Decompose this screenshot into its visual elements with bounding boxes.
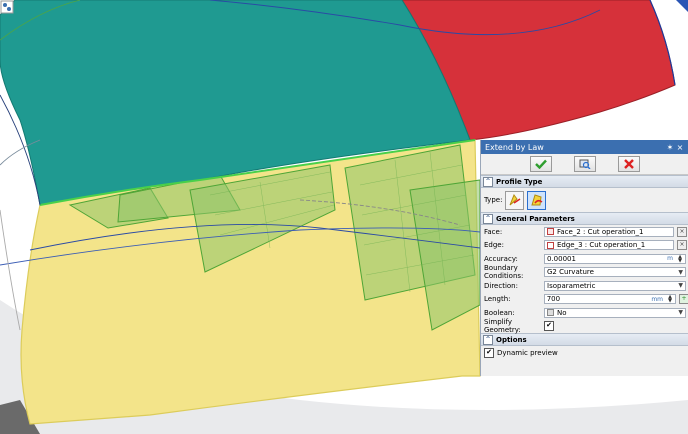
clear-edge-icon[interactable]: × <box>677 240 687 251</box>
profile-type-linear-button[interactable] <box>505 190 525 210</box>
preview-icon <box>579 159 591 169</box>
dynamic-preview-checkbox[interactable]: ✔ <box>484 347 494 358</box>
length-input[interactable]: 700 mm ▲ ▼ <box>543 294 677 305</box>
boundary-row: Boundary Conditions: G2 Curvature ▼ <box>481 264 688 281</box>
chevron-down-icon: ▼ <box>678 309 683 317</box>
collapse-icon[interactable]: ^ <box>483 334 493 345</box>
check-icon <box>535 159 547 169</box>
snap-icon[interactable] <box>0 0 14 14</box>
length-row: Length: 700 mm ▲ ▼ + <box>481 293 688 307</box>
direction-label: Direction: <box>484 281 518 290</box>
accuracy-value: 0.00001 <box>547 254 576 263</box>
length-law-icon[interactable]: + <box>679 294 688 305</box>
length-value: 700 <box>546 295 561 304</box>
direction-select[interactable]: Isoparametric ▼ <box>544 280 686 291</box>
face-row: Face: Face_2 : Cut operation_1 × <box>481 225 688 239</box>
dynamic-preview-label: Dynamic preview <box>497 348 558 357</box>
preview-button[interactable] <box>574 156 596 172</box>
section-options[interactable]: ^ Options <box>481 333 688 346</box>
face-value: Face_2 : Cut operation_1 <box>557 227 644 236</box>
profile-type-curved-button[interactable] <box>527 190 547 210</box>
boolean-label: Boolean: <box>484 308 515 317</box>
panel-titlebar: Extend by Law ✶ × <box>481 140 688 154</box>
linear-law-icon <box>509 193 521 206</box>
accuracy-spinner-icon[interactable]: ▲ ▼ <box>676 254 684 263</box>
panel-close-icon[interactable]: × <box>675 143 685 152</box>
face-field[interactable]: Face_2 : Cut operation_1 <box>544 226 674 237</box>
section-title: General Parameters <box>496 214 575 223</box>
pin-icon[interactable]: ✶ <box>665 143 675 152</box>
dynamic-preview-row: ✔ Dynamic preview <box>481 346 688 360</box>
section-title: Options <box>496 335 527 344</box>
clear-face-icon[interactable]: × <box>677 226 687 237</box>
length-unit: mm <box>651 295 664 303</box>
boundary-value: G2 Curvature <box>547 268 594 277</box>
length-spinner-icon[interactable]: ▲ ▼ <box>666 295 674 304</box>
x-icon <box>624 159 634 169</box>
chevron-down-icon: ▼ <box>678 268 683 276</box>
length-label: Length: <box>484 295 511 304</box>
action-bar <box>481 154 688 175</box>
type-row: Type: <box>481 188 688 212</box>
simplify-label: Simplify Geometry: <box>484 318 521 335</box>
edge-icon <box>547 241 554 249</box>
curve-law-icon <box>531 194 543 206</box>
edge-label: Edge: <box>484 241 504 250</box>
boolean-icon <box>547 309 554 317</box>
boolean-value: No <box>557 308 567 317</box>
extend-by-law-panel: Extend by Law ✶ × ^ Profile Type Type: ^… <box>480 140 688 376</box>
edge-field[interactable]: Edge_3 : Cut operation_1 <box>544 240 674 251</box>
direction-row: Direction: Isoparametric ▼ <box>481 279 688 293</box>
accuracy-label: Accuracy: <box>484 254 518 263</box>
simplify-checkbox[interactable]: ✔ <box>544 321 554 332</box>
panel-title: Extend by Law <box>485 142 544 152</box>
cancel-button[interactable] <box>618 156 640 172</box>
collapse-icon[interactable]: ^ <box>483 176 493 187</box>
section-profile-type[interactable]: ^ Profile Type <box>481 175 688 188</box>
type-label: Type: <box>484 196 503 204</box>
face-icon <box>547 228 554 236</box>
edge-row: Edge: Edge_3 : Cut operation_1 × <box>481 239 688 253</box>
section-title: Profile Type <box>496 177 543 186</box>
ok-button[interactable] <box>530 156 552 172</box>
face-label: Face: <box>484 227 503 236</box>
accuracy-input[interactable]: 0.00001 m ▲ ▼ <box>544 253 686 264</box>
simplify-row: Simplify Geometry: ✔ <box>481 318 688 335</box>
boolean-select[interactable]: No ▼ <box>544 307 686 318</box>
edge-value: Edge_3 : Cut operation_1 <box>557 241 646 250</box>
chevron-down-icon: ▼ <box>678 282 683 290</box>
section-general-parameters[interactable]: ^ General Parameters <box>481 212 688 225</box>
boundary-select[interactable]: G2 Curvature ▼ <box>544 267 686 278</box>
direction-value: Isoparametric <box>547 281 596 290</box>
boundary-label: Boundary Conditions: <box>484 264 524 281</box>
collapse-icon[interactable]: ^ <box>483 213 493 224</box>
accuracy-unit: m <box>667 255 673 263</box>
